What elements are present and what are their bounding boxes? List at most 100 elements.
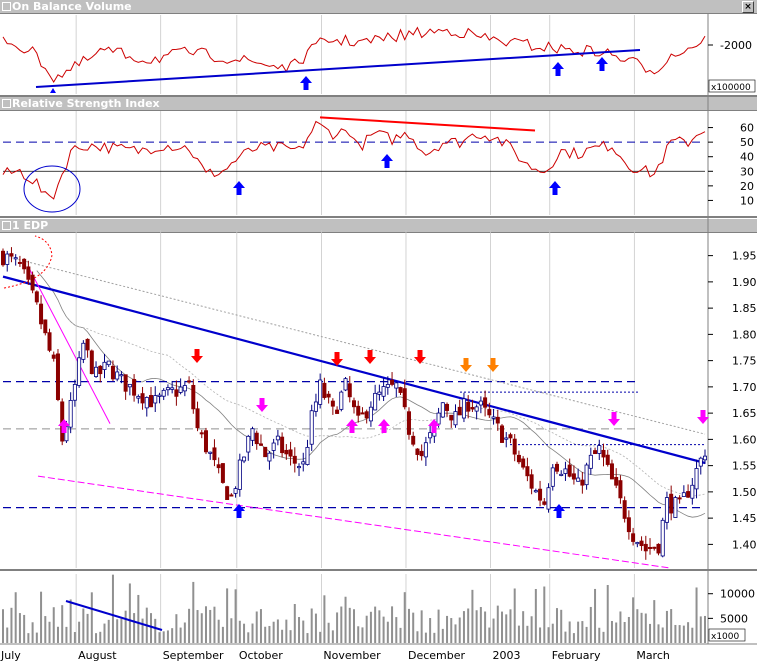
candle-body xyxy=(182,385,187,392)
up-arrow-icon xyxy=(552,62,564,76)
volume-bar xyxy=(69,599,72,643)
candle-body xyxy=(525,466,530,477)
candle-body xyxy=(89,350,94,375)
volume-bar xyxy=(204,606,207,643)
candle-body xyxy=(428,432,433,439)
volume-bar xyxy=(107,619,110,643)
candle-body xyxy=(449,414,454,421)
volume-bar xyxy=(492,618,495,643)
volume-bar xyxy=(353,609,355,643)
candle-body xyxy=(347,383,352,398)
x-axis-label: February xyxy=(552,649,601,662)
volume-bar xyxy=(293,604,296,643)
candle-body xyxy=(216,464,221,469)
candle-body xyxy=(440,402,445,418)
volume-bar xyxy=(441,628,444,643)
volume-bar xyxy=(196,610,199,643)
candle-body xyxy=(242,456,247,462)
candle-body xyxy=(622,500,627,519)
candle-body xyxy=(512,438,517,455)
x-axis-label: July xyxy=(0,649,21,662)
candle-body xyxy=(102,361,107,370)
down-arrow-icon xyxy=(414,350,426,364)
volume-bar xyxy=(407,608,410,643)
candle-body xyxy=(335,409,340,414)
x-axis-label: December xyxy=(408,649,466,662)
price-tick-label: 1.70 xyxy=(732,381,757,394)
volume-bar xyxy=(348,607,351,643)
volume-bar xyxy=(56,626,59,643)
volume-bar xyxy=(323,595,326,643)
candle-body xyxy=(30,274,35,291)
candle-body xyxy=(225,486,230,500)
candle-body xyxy=(144,397,149,409)
candle-body xyxy=(305,446,310,465)
candle-body xyxy=(491,416,496,419)
chart-window: On Balance Volume × Relative Strength In… xyxy=(0,0,757,662)
volume-bar xyxy=(687,622,690,643)
volume-bar xyxy=(678,625,681,643)
candle-body xyxy=(571,473,576,480)
candle-body xyxy=(364,411,369,419)
volume-bar xyxy=(188,608,191,643)
candle-body xyxy=(593,450,598,455)
volume-bar xyxy=(369,611,372,643)
candle-body xyxy=(639,540,644,547)
volume-bar xyxy=(386,621,389,643)
volume-bar xyxy=(336,612,339,643)
volume-bar xyxy=(636,609,639,643)
candle-body xyxy=(402,388,407,408)
candle-body xyxy=(191,384,196,410)
candle-body xyxy=(22,258,27,270)
candle-body xyxy=(9,253,14,257)
candle-body xyxy=(132,379,137,396)
volume-bar xyxy=(661,627,664,643)
volume-bar xyxy=(403,592,406,643)
candle-body xyxy=(170,387,175,390)
candle-body xyxy=(614,476,619,486)
volume-bar xyxy=(357,626,360,643)
volume-bar xyxy=(598,627,601,643)
price-tick-label: 1.80 xyxy=(732,328,757,341)
candle-body xyxy=(533,490,538,493)
candle-body xyxy=(609,463,614,480)
volume-bar xyxy=(513,588,516,643)
volume-bar xyxy=(501,611,504,643)
candle-body xyxy=(127,383,132,388)
candle-body xyxy=(538,488,543,501)
volume-bar xyxy=(276,619,279,643)
volume-bar xyxy=(340,606,343,643)
down-arrow-icon xyxy=(191,349,203,363)
volume-bar xyxy=(543,586,546,643)
volume-bar xyxy=(217,619,220,643)
volume-bar xyxy=(238,620,241,643)
volume-bar xyxy=(458,617,461,643)
candle-body xyxy=(597,445,602,454)
volume-bar xyxy=(221,626,224,643)
volume-bar xyxy=(133,613,136,643)
volume-bar xyxy=(644,613,647,643)
candle-body xyxy=(360,412,365,415)
candle-body xyxy=(521,458,526,468)
volume-bar xyxy=(314,613,317,643)
rsi-tick-label: 60 xyxy=(740,122,754,135)
chart-canvas[interactable]: -2000 x100000 x1000 July August September O… xyxy=(0,0,757,662)
candle-body xyxy=(68,400,73,428)
obv-axis-label: -2000 xyxy=(720,39,752,52)
candle-body xyxy=(690,484,695,499)
volume-bar xyxy=(365,615,368,643)
up-arrow-icon xyxy=(233,504,245,518)
volume-bar xyxy=(82,608,85,643)
candle-body xyxy=(474,406,479,412)
volume-bar xyxy=(374,606,377,643)
candle-body xyxy=(51,354,56,359)
downtrend-line xyxy=(2,275,706,465)
volume-bar xyxy=(14,592,17,643)
volume-bar xyxy=(230,618,233,643)
candle-body xyxy=(258,443,263,446)
volume-bar xyxy=(120,618,123,643)
candle-body xyxy=(246,435,251,453)
candle-body xyxy=(17,261,22,264)
candle-body xyxy=(373,392,378,411)
x-axis-label: September xyxy=(163,649,224,662)
